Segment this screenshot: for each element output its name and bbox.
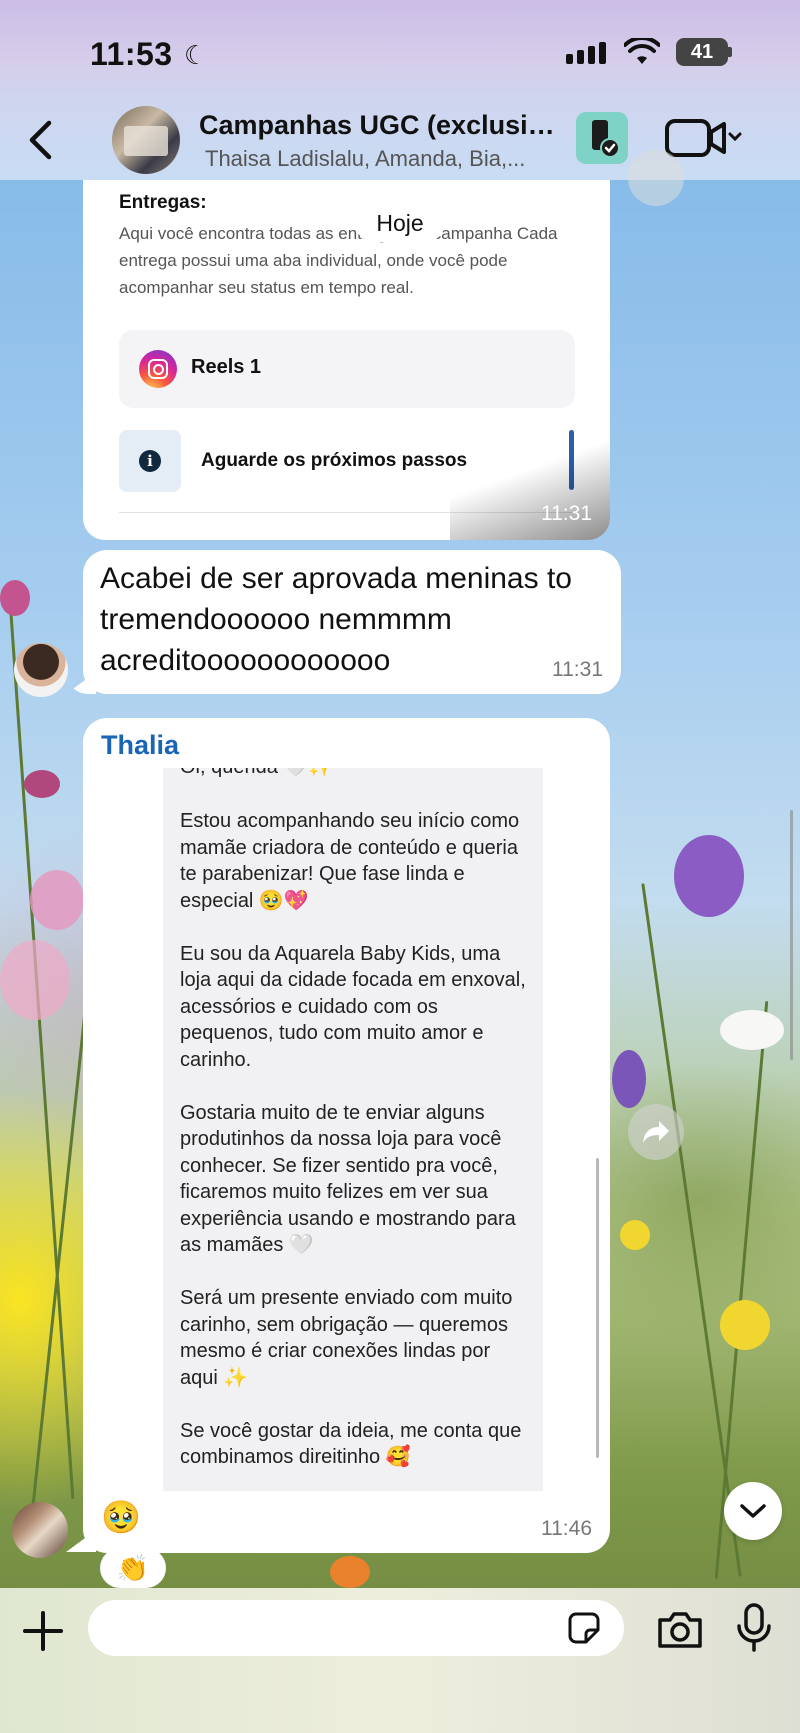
- message-input[interactable]: [88, 1600, 624, 1656]
- status-bar: 11:53 ☾ 41: [0, 0, 800, 100]
- forward-button[interactable]: [628, 1104, 684, 1160]
- wifi-icon: [624, 38, 660, 64]
- image-message[interactable]: Thalia Oi, querida 🤍✨ Estou acompanhando…: [83, 718, 610, 1553]
- avatar[interactable]: [12, 1502, 68, 1558]
- message-time: 11:46: [541, 1517, 592, 1540]
- scrollbar[interactable]: [596, 1158, 599, 1458]
- instagram-icon: [139, 350, 177, 388]
- text-message[interactable]: Acabei de ser aprovada meninas to tremen…: [83, 550, 621, 694]
- sticker-icon[interactable]: [566, 1610, 602, 1646]
- avatar[interactable]: [14, 643, 68, 697]
- device-icon: [592, 120, 620, 158]
- message-composer: [0, 1588, 800, 1733]
- info-badge: i: [119, 430, 181, 492]
- chat-scrollbar[interactable]: [790, 810, 793, 1060]
- emoji-caption: 🥹: [101, 1499, 141, 1535]
- screenshot-image[interactable]: Oi, querida 🤍✨ Estou acompanhando seu in…: [163, 768, 543, 1491]
- cellular-signal-icon: [566, 42, 606, 64]
- scroll-to-bottom-button[interactable]: [724, 1482, 782, 1540]
- card-message[interactable]: Entregas: Aqui você encontra todas as en…: [83, 180, 610, 540]
- plus-icon[interactable]: [20, 1608, 66, 1654]
- microphone-icon[interactable]: [734, 1602, 774, 1654]
- deliveries-description: Aqui você encontra todas as entregas da …: [119, 224, 558, 297]
- forward-icon: [643, 1121, 669, 1143]
- camera-icon[interactable]: [656, 1608, 704, 1652]
- group-avatar[interactable]: [112, 106, 180, 174]
- message-time: 11:31: [541, 502, 592, 525]
- deliveries-title: Entregas:: [119, 192, 207, 213]
- back-button[interactable]: [16, 112, 64, 168]
- chat-title[interactable]: Campanhas UGC (exclusiv...: [199, 110, 559, 141]
- forward-button[interactable]: [628, 150, 684, 206]
- clipped-line: Oi, querida 🤍✨: [180, 768, 333, 779]
- sender-name[interactable]: Thalia: [101, 730, 179, 761]
- video-call-icon[interactable]: [664, 116, 744, 160]
- back-icon: [29, 120, 52, 160]
- device-button[interactable]: [576, 112, 628, 164]
- screenshot-text: Estou acompanhando seu início como mamãe…: [180, 810, 526, 1468]
- status-time: 11:53: [90, 36, 173, 72]
- battery-cap: [728, 47, 732, 57]
- date-divider: Hoje: [355, 204, 445, 242]
- message-time: 11:31: [552, 658, 603, 681]
- next-steps-label: Aguarde os próximos passos: [201, 450, 468, 471]
- info-icon: i: [139, 450, 161, 472]
- reels-label: Reels 1: [191, 356, 262, 378]
- chat-members[interactable]: Thaisa Ladislalu, Amanda, Bia,...: [205, 146, 545, 172]
- do-not-disturb-icon: ☾: [184, 40, 208, 70]
- reaction-badge[interactable]: 👏: [100, 1548, 166, 1588]
- chevron-down-icon: [740, 1504, 766, 1518]
- message-text: Acabei de ser aprovada meninas to tremen…: [100, 562, 572, 677]
- reels-delivery-item[interactable]: Reels 1: [119, 330, 575, 408]
- battery-icon: 41: [676, 38, 728, 66]
